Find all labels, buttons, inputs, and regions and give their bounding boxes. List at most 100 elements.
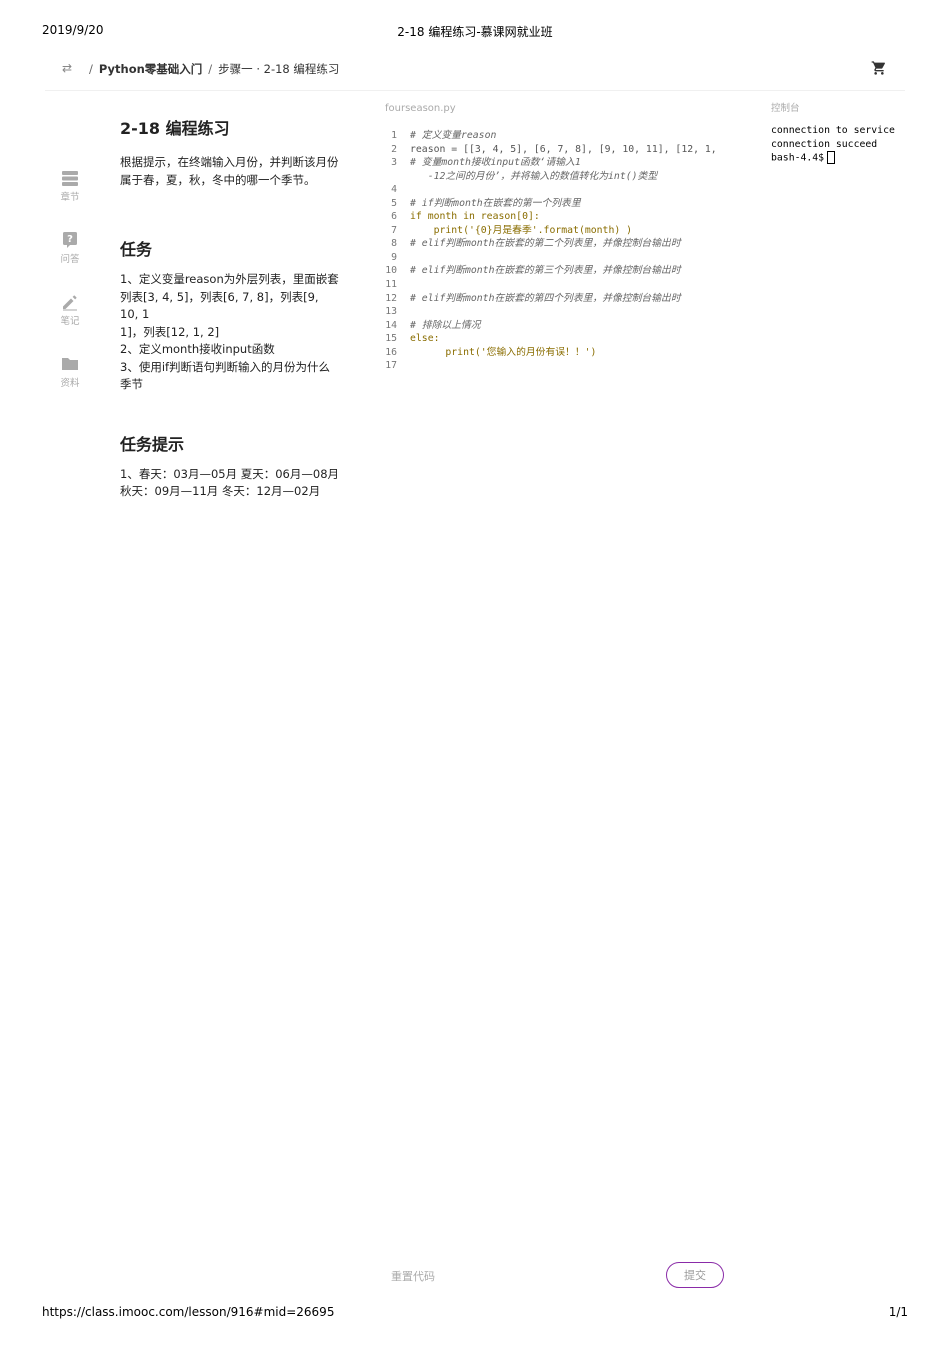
code-line[interactable]: 9 <box>385 251 745 265</box>
console-output-line: connection succeed <box>771 138 878 150</box>
code-line[interactable]: -12之间的月份’，并将输入的数值转化为int()类型 <box>385 170 745 184</box>
nav-item-qa[interactable]: ? 问答 <box>52 231 88 289</box>
nav-item-materials[interactable]: 资料 <box>52 355 88 413</box>
code-line[interactable]: 6 if month in reason[0]: <box>385 210 745 224</box>
code-text[interactable]: -12之间的月份’，并将输入的数值转化为int()类型 <box>410 170 657 184</box>
code-text[interactable]: print('您输入的月份有误！！') <box>410 346 596 360</box>
line-number: 16 <box>385 346 397 358</box>
mission-line: 3、使用if判断语句判断输入的月份为什么 <box>120 359 331 374</box>
line-number: 2 <box>391 143 397 155</box>
code-text[interactable]: # 定义变量reason <box>410 129 496 143</box>
submit-button[interactable]: 提交 <box>666 1262 724 1288</box>
print-footer: https://class.imooc.com/lesson/916#mid=2… <box>42 1305 908 1323</box>
code-line[interactable]: 11 <box>385 278 745 292</box>
file-tab[interactable]: fourseason.py <box>385 103 745 121</box>
mission-line: 列表[3, 4, 5]，列表[6, 7, 8]，列表[9, 10, 1 <box>120 289 319 322</box>
hint-line: 1、春天：03月—05月 夏天：06月—08月 <box>120 466 340 481</box>
svg-text:?: ? <box>67 234 73 245</box>
line-number: 1 <box>391 130 397 141</box>
line-number: 4 <box>391 184 397 196</box>
terminal-cursor[interactable] <box>827 151 836 165</box>
code-text[interactable]: # elif判断month在嵌套的第三个列表里，并像控制台输出时 <box>410 264 681 278</box>
console-output-line: connection to service <box>771 125 895 136</box>
line-number: 7 <box>391 224 397 236</box>
folder-icon <box>62 358 78 370</box>
code-line[interactable]: 16 print('您输入的月份有误！！') <box>385 346 745 360</box>
print-page-number: 1/1 <box>888 1305 908 1319</box>
mission-line: 季节 <box>120 377 143 391</box>
code-text[interactable]: # if判断month在嵌套的第一个列表里 <box>410 197 581 211</box>
code-line[interactable]: 14 # 排除以上情况 <box>385 319 745 333</box>
line-number: 17 <box>385 360 397 372</box>
code-area[interactable]: 1 # 定义变量reason 2 reason = [[3, 4, 5], [6, … <box>385 129 745 373</box>
console-title: 控制台 <box>771 103 800 114</box>
line-number: 11 <box>385 279 397 291</box>
task-description-line: 属于春，夏，秋，冬中的哪一个季节。 <box>120 172 316 187</box>
code-line[interactable]: 1 # 定义变量reason <box>385 129 745 143</box>
console-prompt: bash-4.4$ <box>771 152 825 164</box>
print-title: 2-18 编程练习-慕课网就业班 <box>397 25 553 39</box>
line-number: 3 <box>391 157 397 169</box>
line-number: 5 <box>391 197 397 209</box>
line-number: 9 <box>391 251 397 263</box>
code-line[interactable]: 4 <box>385 183 745 197</box>
code-line[interactable]: 5 # if判断month在嵌套的第一个列表里 <box>385 197 745 211</box>
code-line[interactable]: 12 # elif判断month在嵌套的第四个列表里，并像控制台输出时 <box>385 292 745 306</box>
reset-code-button[interactable]: 重置代码 <box>391 1268 435 1284</box>
side-nav: 章节 ? 问答 笔记 资料 <box>52 165 88 413</box>
line-number: 12 <box>385 292 397 304</box>
hint-line: 秋天：09月—11月 冬天：12月—02月 <box>120 484 321 498</box>
code-line[interactable]: 3 # 变量month接收input函数‘请输入1 <box>385 156 745 170</box>
mission-heading: 任务 <box>120 240 153 259</box>
code-line[interactable]: 17 <box>385 359 745 373</box>
code-line[interactable]: 2 reason = [[3, 4, 5], [6, 7, 8], [9, 10,… <box>385 143 745 157</box>
code-text[interactable]: else: <box>410 332 440 346</box>
nav-item-chapters[interactable]: 章节 <box>52 169 88 227</box>
top-bar: ⇄ / Python零基础入门 / 步骤一 · 2-18 编程练习 <box>45 56 905 91</box>
task-description-line: 根据提示，在终端输入月份，并判断该月份 <box>120 155 339 169</box>
line-number: 15 <box>385 333 397 345</box>
code-line[interactable]: 7 print('{0}月是春季'.format(month) ) <box>385 224 745 238</box>
code-line[interactable]: 8 # elif判断month在嵌套的第二个列表里，并像控制台输出时 <box>385 237 745 251</box>
mission-list: 1、定义变量reason为外层列表，里面嵌套 列表[3, 4, 5]，列表[6,… <box>120 271 340 394</box>
line-number: 6 <box>391 211 397 223</box>
code-text[interactable]: if month in reason[0]: <box>410 210 540 224</box>
line-number: 10 <box>385 265 397 277</box>
pencil-icon <box>63 295 77 311</box>
task-panel: 2-18 编程练习 根据提示，在终端输入月份，并判断该月份 属于春，夏，秋，冬中… <box>120 118 340 501</box>
nav-label: 问答 <box>60 254 80 265</box>
code-line[interactable]: 10 # elif判断month在嵌套的第三个列表里，并像控制台输出时 <box>385 264 745 278</box>
nav-label: 资料 <box>60 378 80 389</box>
nav-label: 章节 <box>60 192 80 203</box>
question-icon: ? <box>63 232 77 248</box>
hint-list: 1、春天：03月—05月 夏天：06月—08月 秋天：09月—11月 冬天：12… <box>120 466 340 501</box>
breadcrumb-separator: / <box>208 62 213 76</box>
breadcrumb-step: 步骤一 · 2-18 编程练习 <box>218 62 340 76</box>
line-number: 13 <box>385 306 397 318</box>
breadcrumb-course[interactable]: Python零基础入门 <box>99 62 202 76</box>
page-title: 2-18 编程练习 <box>120 119 230 138</box>
nav-label: 笔记 <box>60 316 80 327</box>
breadcrumb: / Python零基础入门 / 步骤一 · 2-18 编程练习 <box>83 61 339 77</box>
code-line[interactable]: 15 else: <box>385 332 745 346</box>
cart-icon[interactable] <box>871 60 889 78</box>
print-url: https://class.imooc.com/lesson/916#mid=2… <box>42 1305 335 1319</box>
code-text[interactable]: reason = [[3, 4, 5], [6, 7, 8], [9, 10, … <box>410 143 717 157</box>
code-line[interactable]: 13 <box>385 305 745 319</box>
hint-heading: 任务提示 <box>120 434 185 454</box>
code-text[interactable]: # 排除以上情况 <box>410 319 481 333</box>
console-panel[interactable]: 控制台 connection to service connection suc… <box>771 100 911 165</box>
mission-line: 1、定义变量reason为外层列表，里面嵌套 <box>120 272 339 286</box>
code-editor[interactable]: fourseason.py 1 # 定义变量reason 2 reason = [[… <box>385 103 745 371</box>
breadcrumb-separator: / <box>89 62 93 76</box>
code-text[interactable]: # elif判断month在嵌套的第四个列表里，并像控制台输出时 <box>410 292 681 306</box>
line-number: 14 <box>385 319 397 331</box>
code-text[interactable]: # 变量month接收input函数‘请输入1 <box>410 156 581 170</box>
switch-icon[interactable]: ⇄ <box>59 60 75 76</box>
nav-item-notes[interactable]: 笔记 <box>52 293 88 351</box>
code-text[interactable]: # elif判断month在嵌套的第二个列表里，并像控制台输出时 <box>410 237 681 251</box>
code-text[interactable]: print('{0}月是春季'.format(month) ) <box>410 224 632 238</box>
line-number: 8 <box>391 238 397 250</box>
print-header: 2019/9/20 2-18 编程练习-慕课网就业班 <box>42 23 908 41</box>
console-prompt-line[interactable]: bash-4.4$ <box>771 151 911 165</box>
